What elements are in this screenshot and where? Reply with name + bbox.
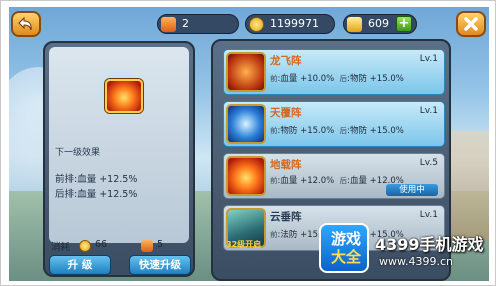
close-x-icon [464, 17, 478, 31]
dragon-icon [226, 52, 266, 92]
next-level-label: 下一级效果 [55, 148, 101, 158]
formation-row[interactable]: 地载阵 Lv.5 前:血量 +12.0% 后:血量 +12.0% 使用中 [223, 153, 445, 199]
formation-name: 天覆阵 [270, 107, 302, 119]
back-button[interactable] [11, 11, 41, 37]
watermark-logo-line2: 大全 [330, 248, 361, 266]
watermark-title: 4399手机游戏 [375, 235, 484, 254]
ingot-value: 609 [368, 17, 389, 30]
gold-value: 1199971 [270, 17, 319, 30]
screenshot-frame: 2 1199971 609 + 下一级效果 前排:血量 +12.5% 后排:血量… [0, 0, 496, 286]
upgrade-cost: 消耗 66 5 [49, 237, 189, 255]
cost-token-value: 5 [157, 239, 164, 250]
token-counter: 2 [157, 14, 239, 34]
gold-ingot-icon [347, 17, 362, 32]
cost-label: 消耗 [51, 242, 71, 253]
formation-detail-panel: 下一级效果 前排:血量 +12.5% 后排:血量 +12.5% 消耗 66 5 … [43, 41, 195, 277]
gold-coin-icon [79, 240, 91, 252]
feather-token-icon [161, 17, 176, 32]
top-bar: 2 1199971 609 + [9, 7, 489, 39]
formation-stats: 前:血量 +10.0% 后:物防 +15.0% [270, 74, 404, 84]
formation-name: 地载阵 [270, 159, 302, 171]
formation-level: Lv.1 [419, 106, 438, 116]
lightning-icon [226, 104, 266, 144]
back-row-effect: 后排:血量 +12.5% [55, 189, 138, 200]
formation-stats: 前:血量 +12.0% 后:血量 +12.0% [270, 176, 404, 186]
close-button[interactable] [456, 11, 486, 37]
formation-row[interactable]: 龙飞阵 Lv.1 前:血量 +10.0% 后:物防 +15.0% [223, 49, 445, 95]
site-watermark: 游戏 大全 4399手机游戏 www.4399.cn [319, 219, 496, 281]
cost-coin-value: 66 [95, 239, 108, 250]
front-row-effect: 前排:血量 +12.5% [55, 174, 138, 185]
upgrade-button[interactable]: 升 级 [49, 255, 111, 275]
formation-level: Lv.1 [419, 54, 438, 64]
detail-card: 下一级效果 前排:血量 +12.5% 后排:血量 +12.5% [49, 47, 189, 243]
gold-coin-icon [249, 17, 264, 32]
explosion-icon [226, 156, 266, 196]
formation-row[interactable]: 天覆阵 Lv.1 前:物防 +15.0% 后:物防 +15.0% [223, 101, 445, 147]
explosion-skill-icon [105, 79, 143, 113]
watermark-logo-line1: 游戏 [330, 230, 361, 248]
formation-name: 龙飞阵 [270, 55, 302, 67]
back-arrow-icon [18, 16, 32, 31]
token-value: 2 [182, 17, 189, 30]
watermark-url: www.4399.cn [379, 255, 453, 268]
quick-upgrade-button[interactable]: 快速升级 [129, 255, 191, 275]
add-currency-button[interactable]: + [396, 16, 412, 32]
formation-name: 云垂阵 [270, 211, 302, 223]
formation-level: Lv.5 [419, 158, 438, 168]
feather-token-icon [141, 240, 153, 252]
gold-counter: 1199971 [245, 14, 335, 34]
formation-stats: 前:物防 +15.0% 后:物防 +15.0% [270, 126, 404, 136]
in-use-badge: 使用中 [386, 184, 438, 196]
watermark-logo: 游戏 大全 [319, 223, 369, 273]
unlock-level-label: 32级开启 [226, 240, 262, 249]
